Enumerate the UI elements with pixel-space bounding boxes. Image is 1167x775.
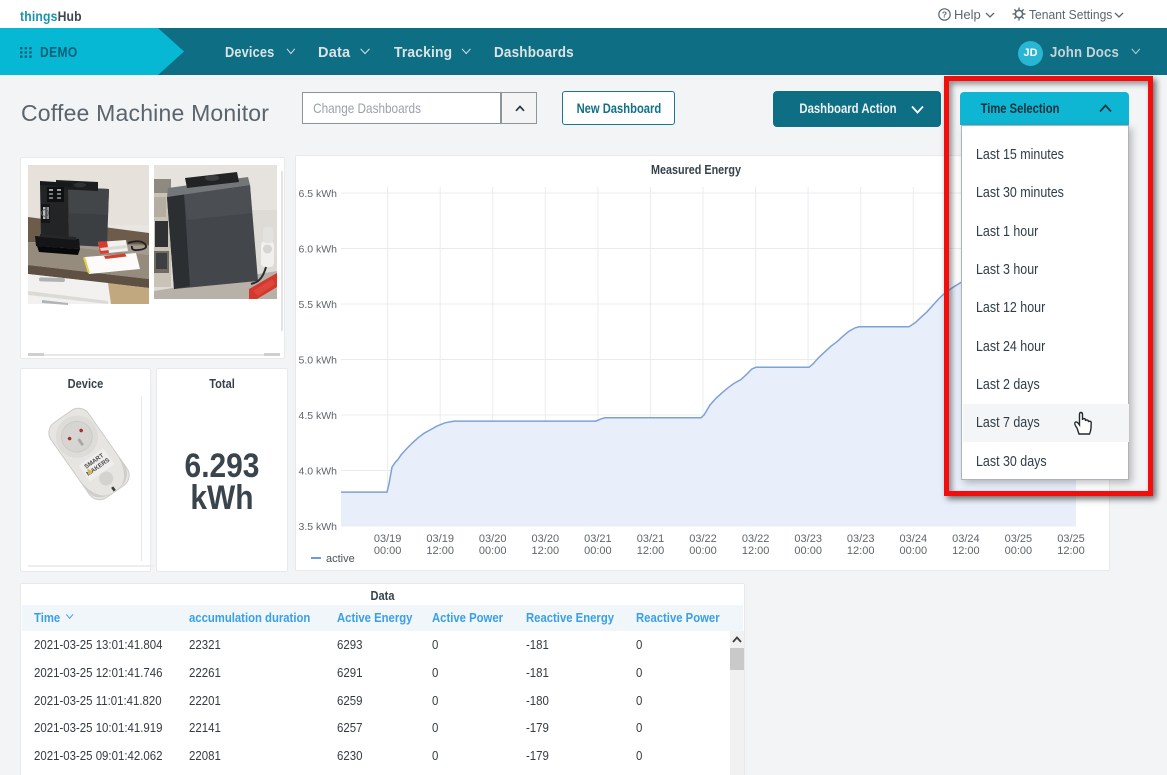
svg-text:00:00: 00:00 [584,545,612,557]
svg-text:12:00: 12:00 [742,545,770,557]
svg-text:03/25: 03/25 [1005,533,1033,545]
svg-text:03/23: 03/23 [847,533,875,545]
svg-text:5.5 kWh: 5.5 kWh [298,299,337,311]
svg-text:00:00: 00:00 [689,545,717,557]
svg-text:5.0 kWh: 5.0 kWh [298,355,337,367]
svg-text:active: active [326,553,355,565]
svg-text:00:00: 00:00 [374,545,402,557]
svg-text:03/25: 03/25 [1057,533,1085,545]
svg-text:12:00: 12:00 [1057,545,1085,557]
svg-text:03/22: 03/22 [689,533,717,545]
svg-text:03/22: 03/22 [742,533,770,545]
svg-text:12:00: 12:00 [952,545,980,557]
svg-text:12:00: 12:00 [847,545,875,557]
svg-text:03/24: 03/24 [952,533,980,545]
svg-text:03/23: 03/23 [794,533,822,545]
svg-text:4.0 kWh: 4.0 kWh [298,466,337,478]
svg-text:00:00: 00:00 [479,545,507,557]
svg-text:6.5 kWh: 6.5 kWh [298,188,337,200]
svg-text:00:00: 00:00 [1005,545,1033,557]
svg-text:12:00: 12:00 [532,545,560,557]
svg-text:?: ? [942,9,947,19]
svg-text:4.5 kWh: 4.5 kWh [298,410,337,422]
svg-text:03/20: 03/20 [479,533,507,545]
svg-text:03/19: 03/19 [426,533,454,545]
svg-text:12:00: 12:00 [426,545,454,557]
svg-text:03/21: 03/21 [584,533,612,545]
svg-text:12:00: 12:00 [637,545,665,557]
svg-text:00:00: 00:00 [794,545,822,557]
svg-text:03/20: 03/20 [532,533,560,545]
svg-text:03/21: 03/21 [637,533,665,545]
svg-text:00:00: 00:00 [900,545,928,557]
svg-text:3.5 kWh: 3.5 kWh [298,521,337,533]
svg-text:03/19: 03/19 [374,533,402,545]
svg-text:6.0 kWh: 6.0 kWh [298,244,337,256]
svg-text:03/24: 03/24 [900,533,928,545]
